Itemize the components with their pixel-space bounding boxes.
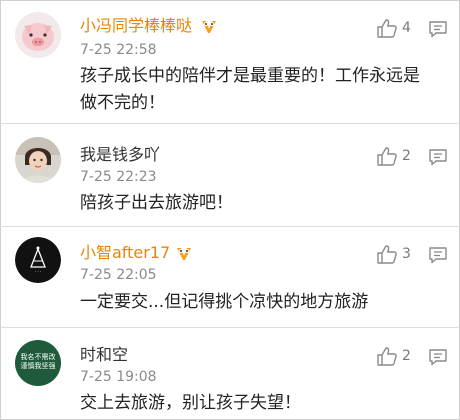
comment-time: 7-25 22:23 [80, 169, 157, 185]
comment-time: 7-25 19:08 [80, 369, 157, 385]
username[interactable]: 时和空 [80, 345, 128, 365]
thumbs-up-icon [377, 347, 397, 366]
username[interactable]: 小智after17 [80, 243, 170, 263]
like-button[interactable]: 2 [376, 146, 420, 166]
like-button[interactable]: 3 [376, 244, 420, 264]
comment-time: 7-25 22:05 [80, 267, 157, 283]
svg-text:· · ·: · · · [35, 269, 41, 274]
thumbs-up-icon [377, 147, 397, 166]
black-logo-avatar[interactable]: · · · [15, 237, 61, 283]
green-text-avatar[interactable]: 我名不需改 谨慎我坚强 [15, 340, 61, 386]
comment-content: 陪孩子出去旅游吧！ [80, 193, 233, 213]
reply-icon[interactable] [428, 348, 448, 366]
vip-badge-icon [175, 245, 193, 261]
like-button[interactable]: 4 [376, 18, 420, 38]
like-count: 4 [402, 20, 411, 36]
reply-icon[interactable] [428, 148, 448, 166]
reply-icon[interactable] [428, 20, 448, 38]
divider [0, 226, 460, 227]
comment-time: 7-25 22:58 [80, 42, 157, 58]
reply-icon[interactable] [428, 246, 448, 264]
username[interactable]: 小冯同学棒棒哒 [80, 16, 192, 36]
comment-content: 一定要交...但记得挑个凉快的地方旅游 [80, 292, 369, 312]
child-photo-avatar[interactable] [15, 137, 61, 183]
comment-content: 交上去旅游，别让孩子失望！ [80, 393, 301, 413]
thumbs-up-icon [377, 245, 397, 264]
like-count: 2 [402, 148, 411, 164]
username[interactable]: 我是钱多吖 [80, 145, 160, 165]
like-count: 3 [402, 246, 411, 262]
avatar-text: 我名不需改 谨慎我坚强 [20, 353, 56, 370]
like-count: 2 [402, 348, 411, 364]
thumbs-up-icon [377, 19, 397, 38]
divider [0, 327, 460, 328]
pig-avatar[interactable] [15, 12, 61, 58]
like-button[interactable]: 2 [376, 346, 420, 366]
vip-badge-icon [200, 18, 218, 34]
divider [0, 123, 460, 124]
comment-content: 孩子成长中的陪伴才是最重要的！工作永远是做不完的！ [80, 66, 420, 113]
